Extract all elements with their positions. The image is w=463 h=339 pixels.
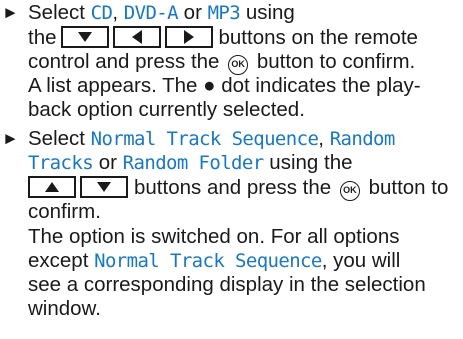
option-random-folder: Random Folder xyxy=(122,152,265,174)
option-normal-track-sequence: Normal Track Sequence xyxy=(90,128,319,150)
step1-line-4: A list appears. The ● dot indicates the … xyxy=(28,74,421,97)
down-key-icon xyxy=(80,176,128,198)
option-dvda: DVD-A xyxy=(123,2,179,24)
ok-button-icon: OK xyxy=(228,55,249,75)
right-key-icon xyxy=(164,26,213,48)
text: Select xyxy=(28,1,91,24)
step2-line-6: except Normal Track Sequence, you will xyxy=(28,249,400,273)
text: button to xyxy=(368,176,449,199)
step2-line-4: confirm. xyxy=(28,200,101,223)
step1-line-1: Select CD, DVD-A or MP3 using xyxy=(28,1,295,25)
bullet-arrow-icon: ► xyxy=(2,129,19,148)
text: or xyxy=(93,151,123,174)
step1-line-3: control and press the OK button to confi… xyxy=(28,50,415,75)
text: button to confirm. xyxy=(256,50,416,73)
text: except xyxy=(28,249,95,272)
up-key-icon xyxy=(28,176,76,198)
down-key-icon xyxy=(60,26,109,48)
text: the xyxy=(28,26,57,49)
step2-line-8: window. xyxy=(28,297,101,320)
step1-line-5: back option currently selected. xyxy=(28,98,305,121)
left-key-icon xyxy=(112,26,161,48)
text: , you will xyxy=(321,249,401,272)
text: Select xyxy=(28,127,91,150)
option-mp3: MP3 xyxy=(207,2,241,24)
step2-line-1: Select Normal Track Sequence, Random xyxy=(28,127,395,151)
step2-line-7: see a corresponding display in the selec… xyxy=(28,273,426,296)
text: buttons and press the xyxy=(134,176,332,199)
ok-button-icon: OK xyxy=(339,181,360,201)
text: using xyxy=(240,1,295,24)
option-normal-track-sequence: Normal Track Sequence xyxy=(94,250,322,272)
text: using the xyxy=(263,151,353,174)
bullet-arrow-icon: ► xyxy=(2,3,19,22)
text: , xyxy=(318,127,330,150)
step2-line-5: The option is switched on. For all optio… xyxy=(28,225,400,248)
step2-line-2: Tracks or Random Folder using the xyxy=(28,151,353,175)
text: , xyxy=(112,1,124,24)
option-random-tracks: Random xyxy=(329,128,396,150)
option-cd: CD xyxy=(90,2,113,24)
text: buttons on the remote xyxy=(218,26,418,49)
text: control and press the xyxy=(28,50,220,73)
text: or xyxy=(177,1,208,24)
manual-page: ► Select CD, DVD-A or MP3 using the butto… xyxy=(0,0,463,339)
option-random-tracks: Tracks xyxy=(28,152,94,174)
